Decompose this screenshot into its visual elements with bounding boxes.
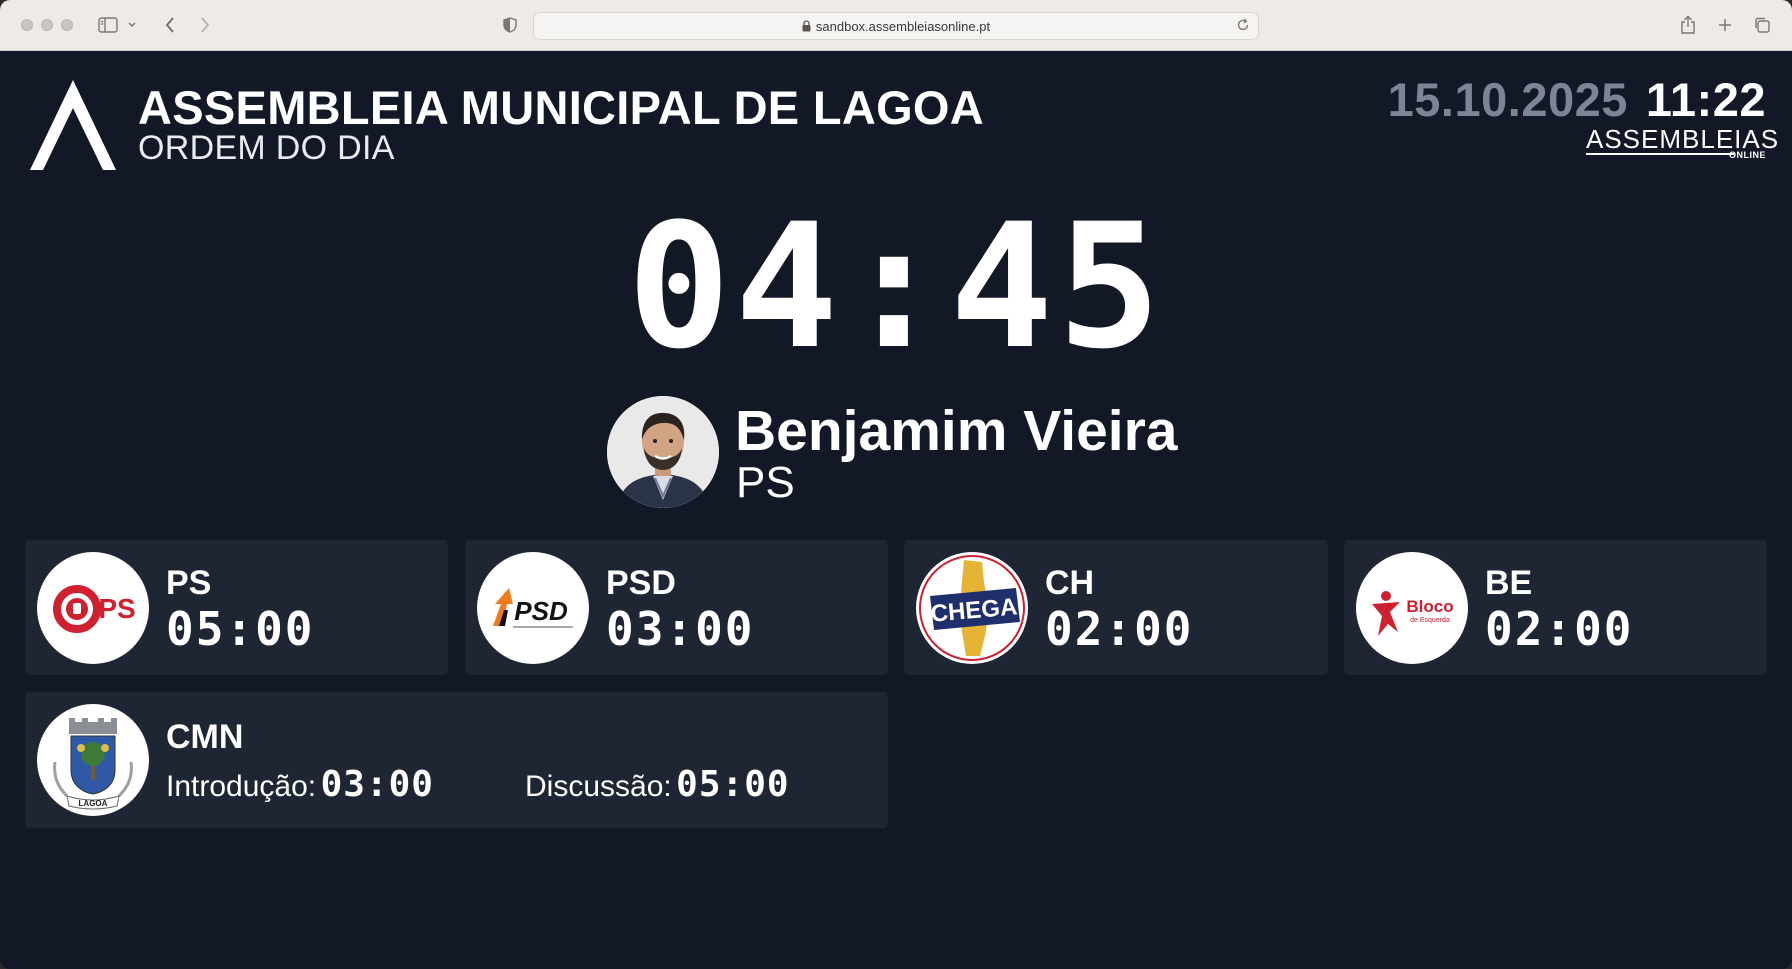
- speaker-avatar: [607, 396, 719, 508]
- brand-name: ASSEMBLEIAS: [1586, 124, 1780, 154]
- chega-logo-icon: CHEGA: [916, 552, 1028, 664]
- brand-underline: [1586, 153, 1734, 155]
- close-window-button[interactable]: [21, 19, 33, 31]
- address-bar[interactable]: sandbox.assembleiasonline.pt: [533, 12, 1259, 40]
- svg-text:PSD: PSD: [514, 596, 568, 626]
- party-time: 02:00: [1045, 602, 1194, 656]
- svg-text:PS: PS: [98, 593, 135, 624]
- sidebar-toggle-icon[interactable]: [96, 13, 120, 37]
- forward-arrow-icon[interactable]: [193, 13, 217, 37]
- tab-overview-icon[interactable]: [1750, 13, 1774, 37]
- speaker-party: PS: [736, 458, 795, 507]
- cmn-name: CMN: [166, 718, 244, 756]
- brand-logo: ASSEMBLEIAS ONLINE: [1586, 124, 1780, 162]
- reload-icon[interactable]: [1236, 18, 1250, 37]
- party-name: BE: [1485, 564, 1533, 602]
- party-time: 03:00: [606, 602, 755, 656]
- party-card-cmn: LAGOA CMN Introdução: 03:00 Discussão: 0…: [25, 692, 888, 828]
- lagoa-coat-of-arms-icon: LAGOA: [37, 704, 149, 816]
- browser-window: sandbox.assembleiasonline.pt ASSEMBLEIA …: [0, 0, 1792, 969]
- page-subtitle: ORDEM DO DIA: [138, 129, 395, 167]
- current-time: 11:22: [1645, 73, 1766, 126]
- page-title: ASSEMBLEIA MUNICIPAL DE LAGOA: [138, 81, 985, 134]
- ps-logo-icon: PS: [37, 552, 149, 664]
- zoom-window-button[interactable]: [61, 19, 73, 31]
- back-arrow-icon[interactable]: [158, 13, 182, 37]
- intro-time: 03:00: [320, 764, 434, 805]
- brand-subtitle: ONLINE: [1728, 150, 1766, 160]
- assembly-logo-icon: [30, 80, 116, 170]
- lock-icon: [802, 20, 811, 35]
- minimize-window-button[interactable]: [41, 19, 53, 31]
- svg-text:Bloco: Bloco: [1406, 597, 1453, 616]
- url-text: sandbox.assembleiasonline.pt: [815, 19, 991, 34]
- display-page: ASSEMBLEIA MUNICIPAL DE LAGOA ORDEM DO D…: [0, 52, 1792, 969]
- party-name: PSD: [606, 564, 676, 602]
- party-time: 02:00: [1485, 602, 1634, 656]
- browser-toolbar: sandbox.assembleiasonline.pt: [0, 0, 1792, 51]
- discussion-label: Discussão:: [525, 770, 672, 803]
- speaker-name: Benjamim Vieira: [735, 399, 1178, 463]
- svg-text:de Esquerda: de Esquerda: [1410, 617, 1450, 624]
- svg-text:LAGOA: LAGOA: [79, 799, 108, 808]
- privacy-shield-icon[interactable]: [498, 13, 522, 37]
- date-time: 15.10.2025 11:22: [1388, 72, 1766, 127]
- party-card-ch: CHEGA CH 02:00: [904, 540, 1328, 675]
- cmn-intro: Introdução: 03:00: [166, 764, 434, 805]
- party-name: PS: [166, 564, 212, 602]
- current-date: 15.10.2025: [1387, 73, 1628, 126]
- party-time: 05:00: [166, 602, 315, 656]
- discussion-time: 05:00: [676, 764, 790, 805]
- cmn-discussion: Discussão: 05:00: [525, 764, 790, 805]
- share-icon[interactable]: [1676, 13, 1700, 37]
- new-tab-icon[interactable]: [1713, 13, 1737, 37]
- party-name: CH: [1045, 564, 1095, 602]
- window-controls: [21, 19, 73, 31]
- chevron-down-icon[interactable]: [124, 13, 140, 37]
- party-card-ps: PS PS 05:00: [25, 540, 448, 675]
- bloco-logo-icon: Bloco de Esquerda: [1356, 552, 1468, 664]
- psd-logo-icon: PSD: [477, 552, 589, 664]
- speaking-timer: 04:45: [627, 186, 1165, 387]
- intro-label: Introdução:: [166, 770, 317, 803]
- party-card-be: Bloco de Esquerda BE 02:00: [1344, 540, 1767, 675]
- party-card-psd: PSD PSD 03:00: [465, 540, 888, 675]
